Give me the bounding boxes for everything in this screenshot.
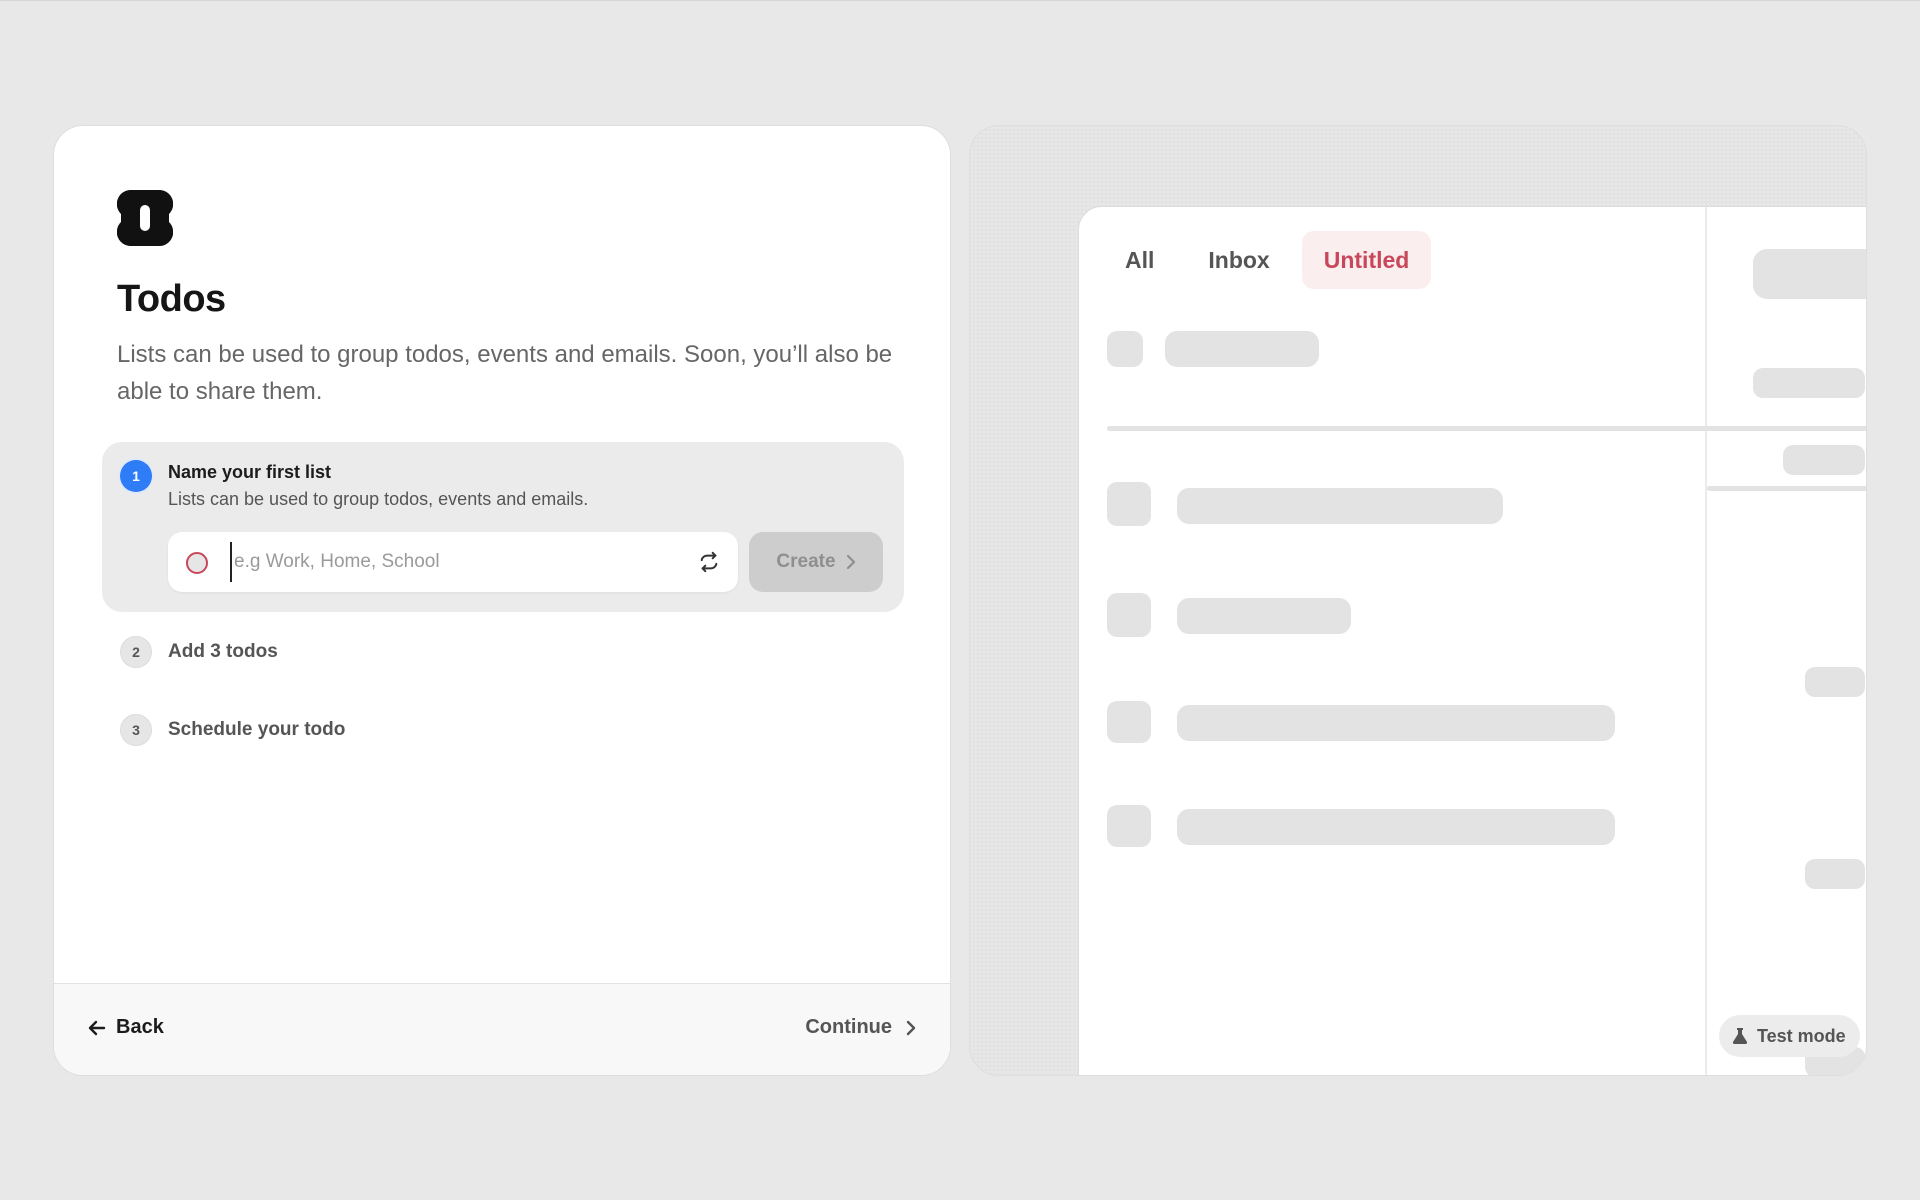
skeleton-placeholder <box>1805 859 1865 889</box>
page-title: Todos <box>117 278 226 320</box>
step-title: Name your first list <box>168 462 332 482</box>
step-description: Lists can be used to group todos, events… <box>168 489 589 509</box>
skeleton-placeholder <box>1107 701 1151 743</box>
skeleton-placeholder <box>1177 705 1615 741</box>
back-button[interactable]: Back <box>88 1016 164 1039</box>
step-number-3: 3 <box>120 714 152 746</box>
continue-label: Continue <box>805 1016 892 1038</box>
chevron-right-icon <box>846 554 855 570</box>
tab-all[interactable]: All <box>1103 231 1176 289</box>
back-label: Back <box>116 1016 164 1038</box>
preview-tabs: All Inbox Untitled <box>1103 231 1432 289</box>
column-divider <box>1705 207 1707 1075</box>
tab-untitled[interactable]: Untitled <box>1301 231 1432 289</box>
app-preview-panel: All Inbox Untitled Test mode <box>969 125 1867 1076</box>
test-mode-badge[interactable]: Test mode <box>1719 1015 1860 1057</box>
chevron-right-icon <box>906 1020 916 1035</box>
skeleton-placeholder <box>1107 593 1151 637</box>
skeleton-divider <box>1707 486 1866 491</box>
continue-button[interactable]: Continue <box>805 1016 916 1039</box>
skeleton-placeholder <box>1177 809 1615 845</box>
arrow-left-icon <box>88 1020 106 1035</box>
list-name-input[interactable] <box>230 542 670 582</box>
skeleton-placeholder <box>1805 667 1865 697</box>
flask-icon <box>1732 1028 1748 1044</box>
skeleton-placeholder <box>1107 331 1143 367</box>
test-mode-label: Test mode <box>1757 1025 1846 1046</box>
step-1-name-list: 1 Name your first list Lists can be used… <box>102 442 904 612</box>
app-preview-window: All Inbox Untitled Test mode <box>1078 206 1866 1075</box>
tab-inbox[interactable]: Inbox <box>1186 231 1291 289</box>
step-title: Add 3 todos <box>168 641 278 662</box>
card-footer: Back Continue <box>54 983 950 1075</box>
list-color-picker[interactable] <box>186 552 208 574</box>
step-title: Schedule your todo <box>168 719 346 740</box>
step-number-2: 2 <box>120 636 152 668</box>
skeleton-placeholder <box>1165 331 1319 367</box>
onboarding-card: Todos Lists can be used to group todos, … <box>53 125 951 1076</box>
skeleton-placeholder <box>1107 805 1151 847</box>
list-name-field <box>168 532 738 592</box>
skeleton-placeholder <box>1783 445 1865 475</box>
skeleton-placeholder <box>1753 368 1865 398</box>
skeleton-divider <box>1107 426 1866 431</box>
app-logo-icon <box>117 190 173 246</box>
skeleton-placeholder <box>1177 598 1351 634</box>
skeleton-placeholder <box>1177 488 1503 524</box>
create-button-label: Create <box>776 551 836 572</box>
skeleton-placeholder <box>1753 249 1866 299</box>
shuffle-icon[interactable] <box>698 551 720 573</box>
step-number-1: 1 <box>120 460 152 492</box>
create-list-button[interactable]: Create <box>749 532 883 592</box>
page-subtitle: Lists can be used to group todos, events… <box>117 341 893 405</box>
skeleton-placeholder <box>1107 482 1151 526</box>
